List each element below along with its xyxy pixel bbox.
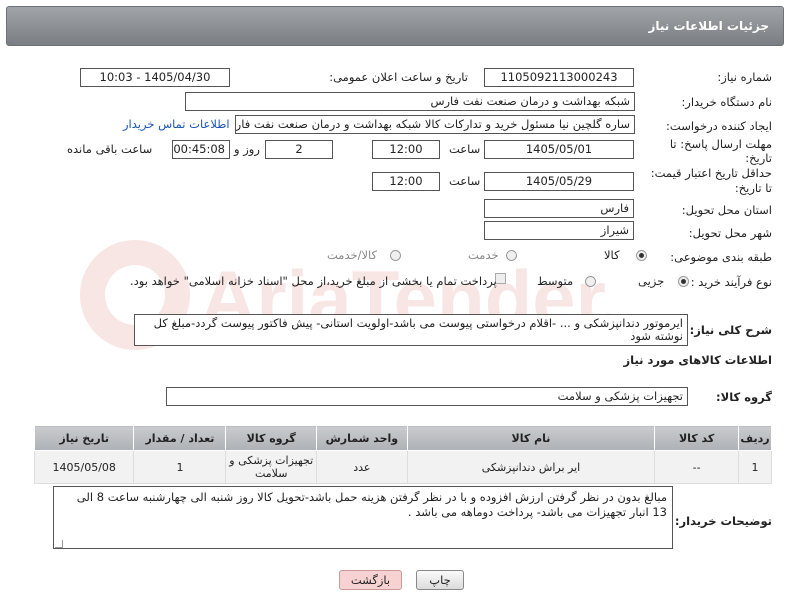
- col-code: کد کالا: [654, 425, 740, 451]
- category-option-goods-service: کالا/خدمت: [327, 248, 378, 262]
- category-label: طبقه بندی موضوعی:: [670, 250, 772, 264]
- price-validity-label-line1: حداقل تاریخ اعتبار قیمت:: [650, 166, 772, 180]
- price-validity-time-label: ساعت: [449, 174, 481, 188]
- purchase-process-label: نوع فرآیند خرید :: [690, 275, 772, 289]
- description-label: شرح کلی نیاز:: [689, 323, 772, 337]
- category-radio-goods-service[interactable]: [390, 250, 401, 261]
- category-radio-goods[interactable]: [636, 250, 647, 261]
- process-option-medium: متوسط: [537, 274, 574, 288]
- process-option-minor: جزیی: [638, 274, 665, 288]
- category-option-service: خدمت: [468, 248, 499, 262]
- price-validity-time-field[interactable]: 12:00: [372, 172, 440, 191]
- table-row[interactable]: 1 -- ایر براش دندانپزشکی عدد تجهیزات پزش…: [33, 450, 772, 484]
- deadline-time-field[interactable]: 12:00: [372, 140, 440, 159]
- category-radio-service[interactable]: [506, 250, 517, 261]
- col-qty: تعداد / مقدار: [133, 425, 227, 451]
- city-field[interactable]: شیراز: [484, 221, 634, 240]
- col-group: گروه کالا: [225, 425, 317, 451]
- remaining-label: ساعت باقی مانده: [67, 142, 153, 156]
- col-row: ردیف: [738, 425, 772, 451]
- process-radio-medium[interactable]: [585, 276, 596, 287]
- goods-info-title: اطلاعات کالاهای مورد نیاز: [623, 353, 772, 367]
- cell-group: تجهیزات پزشکی و سلامت: [225, 450, 317, 484]
- deadline-label-line1: مهلت ارسال پاسخ: تا: [669, 137, 772, 151]
- need-number-label: شماره نیاز:: [717, 70, 772, 84]
- category-option-goods: کالا: [604, 248, 620, 262]
- col-name: نام کالا: [406, 425, 656, 451]
- province-label: استان محل تحویل:: [681, 203, 772, 217]
- description-field[interactable]: ایرموتور دندانپزشکی و ... -اقلام درخواست…: [134, 314, 688, 346]
- remaining-time-field[interactable]: 00:45:08: [172, 140, 230, 159]
- buyer-org-field[interactable]: شبکه بهداشت و درمان صنعت نفت فارس: [185, 92, 635, 111]
- goods-table-header-row: ردیف کد کالا نام کالا واحد شمارش گروه کا…: [33, 425, 772, 451]
- buyer-org-label: نام دستگاه خریدار:: [681, 95, 772, 109]
- page-header: جزئیات اطلاعات نیاز: [6, 6, 784, 46]
- buyer-contact-link[interactable]: اطلاعات تماس خریدار: [123, 117, 230, 131]
- treasury-payment-text: پرداخت تمام یا بخشی از مبلغ خرید،از محل …: [130, 274, 497, 288]
- goods-table: ردیف کد کالا نام کالا واحد شمارش گروه کا…: [33, 425, 772, 484]
- page-title: جزئیات اطلاعات نیاز: [648, 19, 769, 33]
- goods-group-label: گروه کالا:: [716, 390, 772, 404]
- buyer-notes-field[interactable]: مبالغ بدون در نظر گرفتن ارزش افزوده و با…: [53, 486, 673, 549]
- requester-field[interactable]: ساره گلچین نیا مسئول خرید و تدارکات کالا…: [235, 115, 635, 134]
- col-date: تاریخ نیاز: [33, 425, 135, 451]
- back-button[interactable]: بازگشت: [339, 570, 402, 590]
- announce-field[interactable]: 1405/04/30 - 10:03: [80, 68, 230, 87]
- deadline-days-label: روز و: [234, 142, 260, 156]
- goods-group-field[interactable]: تجهیزات پزشکی و سلامت: [166, 387, 688, 406]
- cell-row: 1: [738, 450, 772, 484]
- col-unit: واحد شمارش: [315, 425, 408, 451]
- city-label: شهر محل تحویل:: [688, 226, 772, 240]
- price-validity-date-field[interactable]: 1405/05/29: [484, 172, 634, 191]
- announce-label: تاریخ و ساعت اعلان عمومی:: [329, 70, 468, 84]
- buyer-notes-text: مبالغ بدون در نظر گرفتن ارزش افزوده و با…: [76, 490, 667, 519]
- deadline-days-field[interactable]: 2: [265, 140, 333, 159]
- cell-name: ایر براش دندانپزشکی: [406, 450, 656, 484]
- cell-date: 1405/05/08: [33, 450, 135, 484]
- deadline-time-label: ساعت: [449, 142, 481, 156]
- resize-handle-icon[interactable]: [55, 540, 63, 548]
- cell-unit: عدد: [315, 450, 408, 484]
- need-number-field[interactable]: 1105092113000243: [484, 68, 634, 87]
- requester-label: ایجاد کننده درخواست:: [666, 119, 772, 133]
- price-validity-label-line2: تا تاریخ:: [734, 181, 772, 195]
- buyer-notes-label: توضیحات خریدار:: [674, 514, 772, 528]
- print-button[interactable]: چاپ: [416, 570, 464, 590]
- province-field[interactable]: فارس: [484, 199, 634, 218]
- deadline-label-line2: تاریخ:: [745, 151, 772, 165]
- process-radio-minor[interactable]: [678, 276, 689, 287]
- deadline-date-field[interactable]: 1405/05/01: [484, 140, 634, 159]
- cell-code: --: [654, 450, 740, 484]
- cell-qty: 1: [133, 450, 227, 484]
